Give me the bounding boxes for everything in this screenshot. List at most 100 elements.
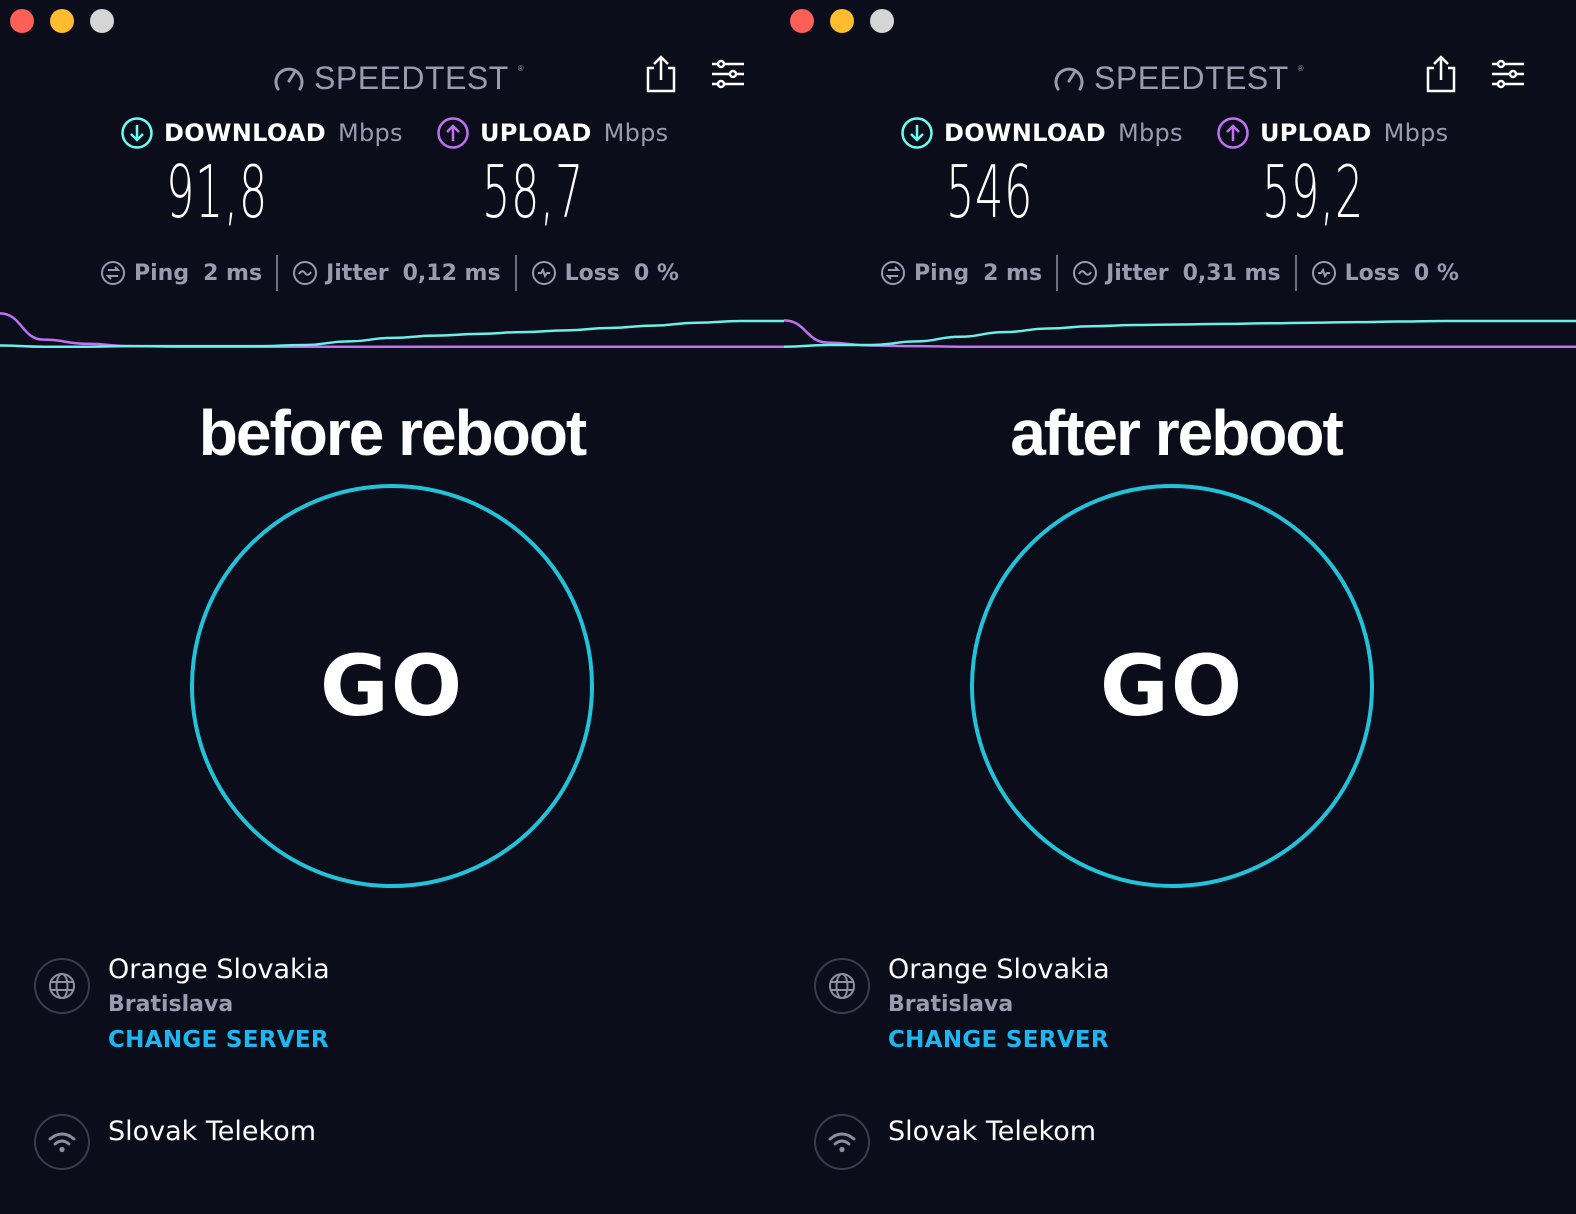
share-icon: [646, 55, 676, 93]
jitter-stat: Jitter 0,31 ms: [1072, 260, 1281, 286]
upload-label: UPLOAD: [1260, 119, 1372, 147]
minimize-window-button[interactable]: [50, 9, 74, 33]
logo-text: SPEEDTEST: [1094, 59, 1289, 96]
download-header: DOWNLOAD Mbps: [120, 116, 403, 150]
speedtest-window-before: SPEEDTEST ® DOWNLOAD Mbps 91,8 UPLOAD Mb…: [0, 0, 784, 1214]
loss-label: Loss: [564, 260, 620, 286]
change-server-link[interactable]: CHANGE SERVER: [108, 1027, 330, 1053]
download-unit: Mbps: [1117, 119, 1183, 147]
share-icon: [1426, 55, 1456, 93]
upload-unit: Mbps: [603, 119, 669, 147]
share-button[interactable]: [1424, 54, 1458, 94]
share-button[interactable]: [644, 54, 678, 94]
settings-button[interactable]: [1488, 58, 1528, 90]
speed-graph: [784, 319, 1576, 348]
speedtest-window-after: SPEEDTEST ® DOWNLOAD Mbps 546 UPLOAD Mbp…: [784, 0, 1576, 1214]
download-value: 546: [946, 150, 1034, 234]
arrow-down-circle-icon: [121, 117, 153, 149]
upload-unit: Mbps: [1383, 119, 1449, 147]
go-label: GO: [319, 637, 465, 735]
upload-header: UPLOAD Mbps: [436, 116, 668, 150]
packet-loss-icon: [531, 261, 556, 285]
upload-header: UPLOAD Mbps: [1216, 116, 1448, 150]
loss-label: Loss: [1344, 260, 1400, 286]
isp-icon-wrap: [34, 1114, 90, 1170]
logo-text: SPEEDTEST: [314, 59, 509, 96]
isp-name: Slovak Telekom: [888, 1116, 1097, 1147]
isp-icon-wrap: [814, 1114, 870, 1170]
download-trend-line: [0, 319, 784, 348]
ping-label: Ping: [914, 260, 970, 286]
minimize-window-button[interactable]: [830, 9, 854, 33]
server-icon-wrap: [34, 958, 90, 1014]
jitter-icon: [1073, 261, 1098, 285]
isp-name: Slovak Telekom: [108, 1116, 317, 1147]
latency-stats: Ping 2 ms Jitter 0,12 ms Loss 0 %: [100, 255, 679, 291]
arrow-up-circle-icon: [1217, 117, 1249, 149]
zoom-window-button[interactable]: [90, 9, 114, 33]
close-window-button[interactable]: [790, 9, 814, 33]
server-location: Bratislava: [888, 992, 1014, 1017]
loss-value: 0 %: [1413, 260, 1459, 286]
jitter-icon: [293, 261, 318, 285]
wifi-icon: [828, 1132, 856, 1153]
trademark-mark: ®: [1297, 63, 1305, 73]
speedtest-logo: SPEEDTEST ®: [1052, 58, 1304, 98]
upload-value: 58,7: [482, 150, 584, 234]
upload-label: UPLOAD: [480, 119, 592, 147]
loss-stat: Loss 0 %: [1311, 260, 1459, 286]
divider: [514, 255, 517, 291]
caption-before-reboot: before reboot: [198, 397, 587, 469]
divider: [276, 255, 279, 291]
change-server-link[interactable]: CHANGE SERVER: [888, 1027, 1110, 1053]
speedtest-logo: SPEEDTEST ®: [272, 58, 524, 98]
ping-stat: Ping 2 ms: [100, 260, 262, 286]
speedometer-icon: [274, 67, 304, 91]
loss-value: 0 %: [633, 260, 679, 286]
go-label: GO: [1099, 637, 1245, 735]
server-name: Orange Slovakia: [888, 954, 1110, 985]
trademark-mark: ®: [517, 63, 525, 73]
divider: [1294, 255, 1297, 291]
loss-stat: Loss 0 %: [531, 260, 679, 286]
jitter-label: Jitter: [1106, 260, 1169, 286]
arrow-up-circle-icon: [437, 117, 469, 149]
ping-icon: [101, 261, 125, 285]
speed-graph: [0, 312, 784, 348]
server-info: Orange Slovakia Bratislava CHANGE SERVER: [814, 954, 1110, 1053]
globe-icon: [829, 973, 855, 999]
jitter-value: 0,12 ms: [402, 260, 501, 286]
settings-button[interactable]: [708, 58, 748, 90]
download-label: DOWNLOAD: [164, 119, 326, 147]
window-controls: [10, 9, 114, 33]
download-value: 91,8: [166, 150, 268, 234]
divider: [1056, 255, 1059, 291]
ping-icon: [881, 261, 905, 285]
latency-stats: Ping 2 ms Jitter 0,31 ms Loss 0 %: [880, 255, 1459, 291]
ping-stat: Ping 2 ms: [880, 260, 1042, 286]
caption-after-reboot: after reboot: [1010, 397, 1344, 469]
server-name: Orange Slovakia: [108, 954, 330, 985]
zoom-window-button[interactable]: [870, 9, 894, 33]
go-button[interactable]: GO: [190, 484, 594, 888]
speedometer-icon: [1054, 67, 1084, 91]
ping-value: 2 ms: [983, 260, 1043, 286]
upload-trend-line: [0, 312, 784, 348]
arrow-down-circle-icon: [901, 117, 933, 149]
download-unit: Mbps: [337, 119, 403, 147]
download-label: DOWNLOAD: [944, 119, 1106, 147]
ping-value: 2 ms: [203, 260, 263, 286]
globe-icon: [49, 973, 75, 999]
server-icon-wrap: [814, 958, 870, 1014]
jitter-value: 0,31 ms: [1182, 260, 1281, 286]
isp-info: Slovak Telekom: [34, 1114, 316, 1170]
isp-info: Slovak Telekom: [814, 1114, 1096, 1170]
wifi-icon: [48, 1132, 76, 1153]
jitter-label: Jitter: [326, 260, 389, 286]
settings-sliders-icon: [1492, 59, 1524, 89]
server-info: Orange Slovakia Bratislava CHANGE SERVER: [34, 954, 330, 1053]
go-button[interactable]: GO: [970, 484, 1374, 888]
close-window-button[interactable]: [10, 9, 34, 33]
server-location: Bratislava: [108, 992, 234, 1017]
settings-sliders-icon: [712, 59, 744, 89]
